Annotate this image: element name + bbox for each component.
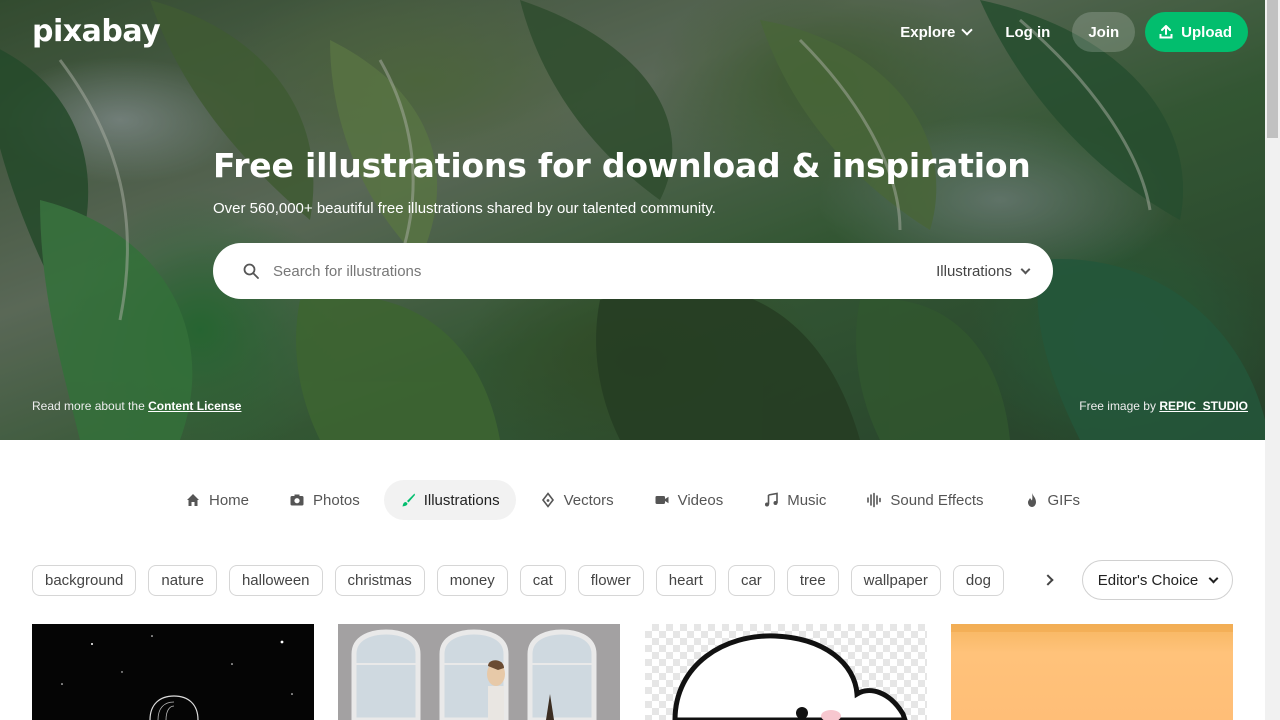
- ghost-image: [672, 633, 908, 720]
- home-icon: [186, 494, 199, 506]
- music-note-icon: [765, 492, 779, 507]
- credit-author-link[interactable]: REPIC_STUDIO: [1159, 399, 1248, 413]
- tab-label: Sound Effects: [890, 491, 984, 509]
- tab-sound-effects[interactable]: Sound Effects: [850, 480, 999, 520]
- search-input[interactable]: [273, 262, 937, 280]
- media-type-tabs: Home Photos Illustrations Vectors Videos…: [0, 480, 1265, 520]
- license-note: Read more about the Content License: [32, 399, 241, 413]
- chevron-down-icon: [1208, 573, 1219, 583]
- search-icon[interactable]: [243, 263, 259, 279]
- tab-vectors[interactable]: Vectors: [524, 480, 630, 520]
- waveform-icon: [867, 492, 882, 508]
- flame-icon: [1027, 493, 1036, 507]
- tab-label: Vectors: [563, 491, 614, 509]
- hero-title: Free illustrations for download & inspir…: [213, 146, 1031, 185]
- tag-chip[interactable]: nature: [148, 565, 217, 596]
- orange-gradient-image: [951, 624, 1233, 632]
- tag-chips: background nature halloween christmas mo…: [32, 565, 1004, 596]
- content-license-link[interactable]: Content License: [148, 399, 241, 413]
- pen-nib-icon: [541, 492, 554, 508]
- tag-chip[interactable]: heart: [655, 565, 716, 596]
- video-camera-icon: [655, 496, 669, 504]
- tag-chip[interactable]: background: [32, 565, 137, 596]
- explore-label: Explore: [900, 23, 956, 41]
- tab-illustrations[interactable]: Illustrations: [383, 480, 516, 520]
- explore-menu[interactable]: Explore: [888, 12, 983, 52]
- night-sky-image: [40, 628, 293, 720]
- tab-label: Videos: [677, 491, 724, 509]
- hero-banner: [0, 0, 1265, 440]
- tab-label: GIFs: [1047, 491, 1081, 509]
- tag-chip[interactable]: christmas: [334, 565, 425, 596]
- tab-label: Illustrations: [423, 491, 500, 509]
- hero-subtitle: Over 560,000+ beautiful free illustratio…: [213, 200, 716, 217]
- tab-label: Music: [787, 491, 827, 509]
- top-nav: Explore Log in Join Upload: [888, 12, 1248, 52]
- pixabay-logo[interactable]: pixabay: [32, 14, 161, 49]
- camera-icon: [290, 494, 304, 506]
- license-prefix: Read more about the: [32, 399, 145, 413]
- tag-chip[interactable]: dog: [952, 565, 1004, 596]
- tag-chip[interactable]: halloween: [228, 565, 323, 596]
- sort-label: Editor's Choice: [1097, 571, 1199, 589]
- search-bar: Illustrations: [213, 243, 1053, 299]
- tag-chip[interactable]: wallpaper: [850, 565, 941, 596]
- chevron-down-icon: [961, 24, 973, 36]
- image-thumbnail[interactable]: [645, 624, 927, 720]
- tab-home[interactable]: Home: [169, 480, 265, 520]
- tab-gifs[interactable]: GIFs: [1008, 480, 1097, 520]
- image-credit: Free image by REPIC_STUDIO: [1079, 399, 1248, 413]
- tag-chip[interactable]: tree: [786, 565, 839, 596]
- chevron-right-icon: [1042, 574, 1054, 586]
- windows-image: [338, 624, 620, 720]
- upload-label: Upload: [1181, 23, 1232, 41]
- credit-prefix: Free image by: [1079, 399, 1156, 413]
- join-button[interactable]: Join: [1072, 12, 1136, 52]
- tab-label: Home: [208, 491, 249, 509]
- image-thumbnail[interactable]: [32, 624, 314, 720]
- tab-photos[interactable]: Photos: [273, 480, 376, 520]
- login-link[interactable]: Log in: [993, 12, 1062, 52]
- tag-chip[interactable]: flower: [577, 565, 644, 596]
- image-thumbnail[interactable]: [951, 624, 1233, 720]
- sort-dropdown[interactable]: Editor's Choice: [1082, 560, 1233, 600]
- scrollbar-thumb[interactable]: [1267, 0, 1278, 138]
- chips-next-button[interactable]: [1036, 568, 1060, 592]
- upload-button[interactable]: Upload: [1145, 12, 1248, 52]
- search-type-label: Illustrations: [936, 262, 1012, 280]
- upload-icon: [1159, 25, 1173, 39]
- image-thumbnail[interactable]: [338, 624, 620, 720]
- tab-label: Photos: [313, 491, 360, 509]
- search-type-dropdown[interactable]: Illustrations: [936, 262, 1031, 280]
- tab-music[interactable]: Music: [747, 480, 842, 520]
- tag-chip[interactable]: money: [436, 565, 508, 596]
- tag-chip[interactable]: car: [727, 565, 775, 596]
- brush-icon: [402, 493, 415, 507]
- tag-chip[interactable]: cat: [519, 565, 566, 596]
- tab-videos[interactable]: Videos: [638, 480, 740, 520]
- chevron-down-icon: [1020, 264, 1031, 274]
- hero-overlay: [0, 0, 1265, 440]
